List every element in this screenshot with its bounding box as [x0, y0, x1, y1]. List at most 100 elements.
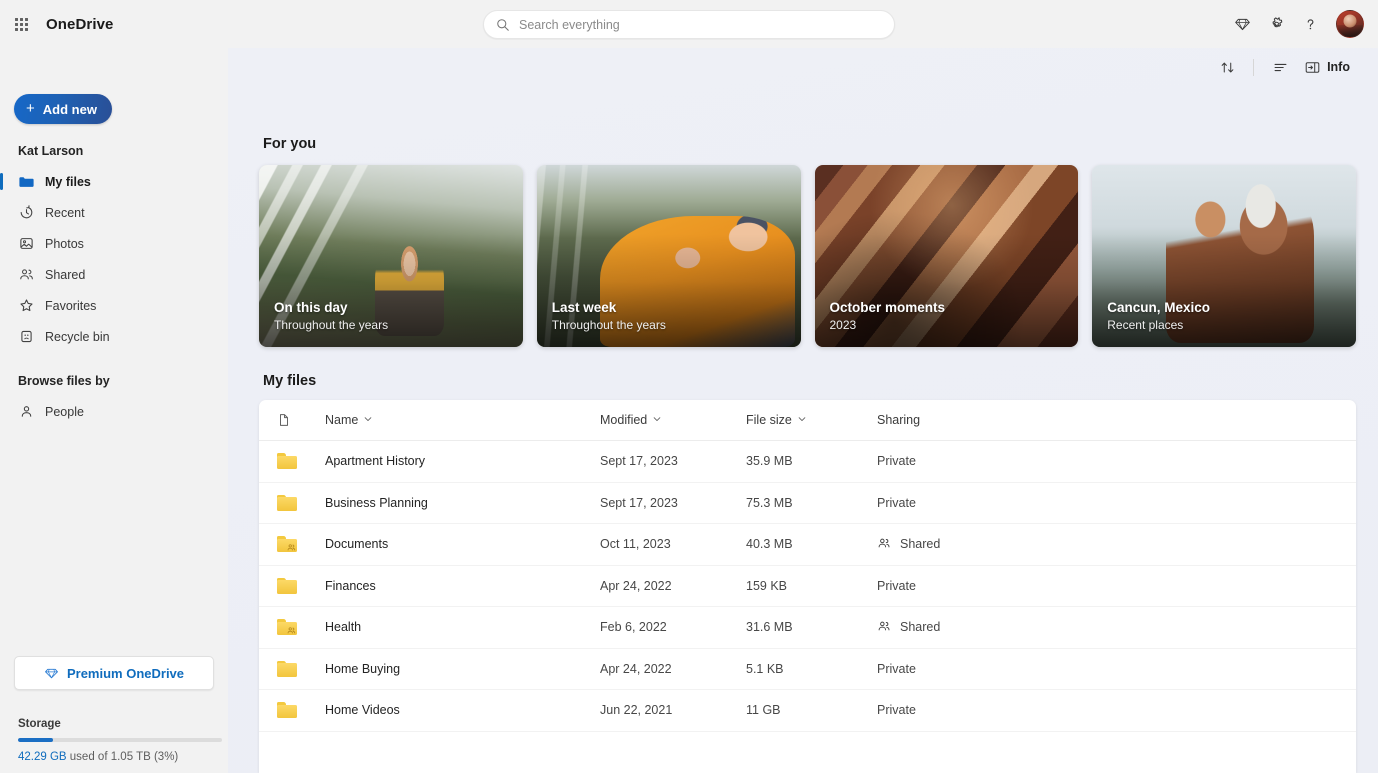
document-icon [273, 413, 325, 427]
column-header-name[interactable]: Name [325, 413, 600, 427]
file-modified: Oct 11, 2023 [600, 537, 746, 551]
premium-label: Premium OneDrive [67, 666, 184, 681]
file-name: Home Videos [325, 703, 600, 717]
file-sharing: Private [877, 579, 1356, 593]
table-row[interactable]: Home VideosJun 22, 202111 GBPrivate [259, 690, 1356, 732]
people-icon [18, 267, 34, 283]
sidebar-label: Shared [45, 268, 85, 282]
sidebar-nav: My files Recent [0, 166, 228, 427]
help-question-icon[interactable] [1294, 8, 1326, 40]
user-avatar[interactable] [1336, 10, 1364, 38]
card-title: Cancun, Mexico [1107, 299, 1344, 317]
sidebar-item-photos[interactable]: Photos [0, 228, 220, 259]
storage-text: 42.29 GB used of 1.05 TB (3%) [18, 751, 214, 763]
info-button[interactable]: Info [1298, 55, 1358, 80]
list-view-icon[interactable] [1264, 51, 1296, 83]
info-panel-icon [1304, 59, 1321, 76]
file-size: 31.6 MB [746, 620, 877, 634]
sidebar-item-recycle-bin[interactable]: Recycle bin [0, 321, 220, 352]
file-modified: Jun 22, 2021 [600, 703, 746, 717]
card-on-this-day[interactable]: On this day Throughout the years [259, 165, 523, 347]
files-table: Name Modified File size [259, 400, 1356, 773]
storage-used: 42.29 GB [18, 751, 67, 763]
search-icon [496, 18, 510, 32]
table-row[interactable]: Business PlanningSept 17, 202375.3 MBPri… [259, 483, 1356, 525]
add-new-button[interactable]: + Add new [14, 94, 112, 124]
column-header-modified[interactable]: Modified [600, 413, 746, 427]
table-row[interactable]: HealthFeb 6, 202231.6 MBShared [259, 607, 1356, 649]
column-header-file-size[interactable]: File size [746, 413, 877, 427]
shared-folder-icon [273, 619, 325, 635]
file-size: 11 GB [746, 703, 877, 717]
command-divider [1253, 59, 1254, 76]
top-bar: OneDrive [0, 0, 1378, 48]
table-header-row: Name Modified File size [259, 400, 1356, 441]
storage-progress-bar [18, 738, 222, 742]
app-body: + Add new Kat Larson My files [0, 86, 1378, 773]
file-name: Documents [325, 537, 600, 551]
chevron-down-icon [364, 415, 372, 423]
sort-arrows-icon[interactable] [1211, 51, 1243, 83]
file-sharing: Private [877, 662, 1356, 676]
sidebar-label: Favorites [45, 299, 96, 313]
sidebar-item-recent[interactable]: Recent [0, 197, 220, 228]
premium-onedrive-button[interactable]: Premium OneDrive [14, 656, 214, 690]
table-row[interactable]: DocumentsOct 11, 202340.3 MBShared [259, 524, 1356, 566]
card-subtitle: Throughout the years [274, 317, 511, 334]
sidebar-item-shared[interactable]: Shared [0, 259, 220, 290]
sidebar-footer: Premium OneDrive Storage 42.29 GB used o… [0, 656, 228, 763]
sidebar-label: Photos [45, 237, 84, 251]
command-bar: Info [0, 48, 1378, 86]
file-size: 159 KB [746, 579, 877, 593]
chevron-down-icon [798, 415, 806, 423]
sharing-label: Private [877, 662, 916, 676]
storage-section: Storage 42.29 GB used of 1.05 TB (3%) [14, 690, 214, 763]
card-october-moments[interactable]: October moments 2023 [815, 165, 1079, 347]
person-icon [18, 404, 34, 420]
sidebar-item-people[interactable]: People [0, 396, 220, 427]
sharing-label: Private [877, 496, 916, 510]
table-body: Apartment HistorySept 17, 202335.9 MBPri… [259, 441, 1356, 732]
file-name: Health [325, 620, 600, 634]
table-row[interactable]: Apartment HistorySept 17, 202335.9 MBPri… [259, 441, 1356, 483]
folder-icon [273, 702, 325, 718]
card-last-week[interactable]: Last week Throughout the years [537, 165, 801, 347]
sharing-label: Private [877, 454, 916, 468]
add-new-container: + Add new [0, 86, 228, 138]
search-container [483, 10, 895, 39]
table-row[interactable]: FinancesApr 24, 2022159 KBPrivate [259, 566, 1356, 608]
file-modified: Apr 24, 2022 [600, 662, 746, 676]
chevron-down-icon [653, 415, 661, 423]
file-modified: Apr 24, 2022 [600, 579, 746, 593]
diamond-icon [44, 666, 59, 681]
my-files-title: My files [263, 373, 1356, 389]
gear-icon[interactable] [1260, 8, 1292, 40]
brand-title[interactable]: OneDrive [46, 16, 114, 33]
sidebar-label: My files [45, 175, 91, 189]
shared-folder-icon [273, 536, 325, 552]
sidebar-label: Recycle bin [45, 330, 110, 344]
file-sharing: Private [877, 454, 1356, 468]
card-subtitle: 2023 [830, 317, 1067, 334]
search-input[interactable] [519, 18, 882, 32]
sharing-label: Private [877, 703, 916, 717]
account-name: Kat Larson [0, 138, 228, 166]
folder-icon [273, 495, 325, 511]
app-launcher-waffle-icon[interactable] [6, 9, 36, 39]
column-header-sharing[interactable]: Sharing [877, 413, 1356, 427]
folder-icon [18, 174, 34, 190]
storage-label: Storage [18, 718, 214, 730]
folder-icon [273, 453, 325, 469]
search-box[interactable] [483, 10, 895, 39]
table-row[interactable]: Home BuyingApr 24, 20225.1 KBPrivate [259, 649, 1356, 691]
premium-diamond-icon[interactable] [1226, 8, 1258, 40]
file-name: Business Planning [325, 496, 600, 510]
file-modified: Feb 6, 2022 [600, 620, 746, 634]
star-icon [18, 298, 34, 314]
sidebar-item-favorites[interactable]: Favorites [0, 290, 220, 321]
sidebar-item-my-files[interactable]: My files [0, 166, 220, 197]
plus-icon: + [26, 101, 35, 116]
card-title: October moments [830, 299, 1067, 317]
storage-progress-fill [18, 738, 53, 742]
card-cancun-mexico[interactable]: Cancun, Mexico Recent places [1092, 165, 1356, 347]
